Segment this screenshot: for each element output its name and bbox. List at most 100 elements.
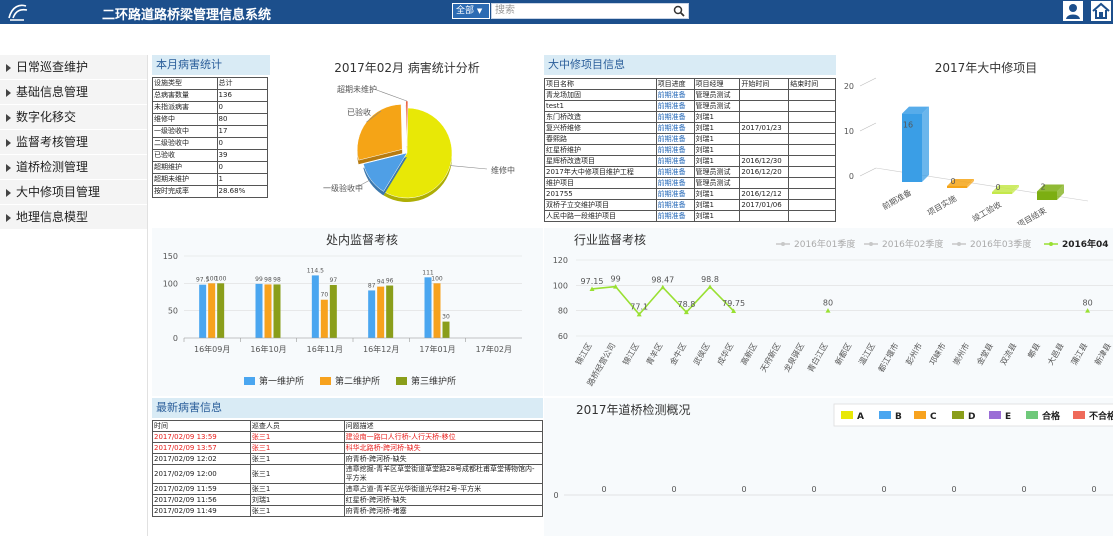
table-row[interactable]: 2017/02/09 11:49 张三1 府青桥-跨河桥-堵塞: [152, 505, 543, 517]
legend-swatch[interactable]: [1073, 411, 1085, 419]
legend-label[interactable]: 合格: [1042, 410, 1061, 422]
scope-select[interactable]: 全部 ▼: [452, 3, 490, 19]
progress-link[interactable]: 前期准备: [655, 155, 695, 167]
table-row[interactable]: 2017/02/09 11:56 刘瑞1 红星桥-跨河桥-缺失: [152, 494, 543, 506]
legend-label[interactable]: 第一维护所: [259, 375, 304, 387]
legend-label[interactable]: 第三维护所: [411, 375, 456, 387]
legend-label[interactable]: E: [1005, 412, 1011, 422]
bar[interactable]: [199, 284, 207, 338]
legend-label[interactable]: C: [930, 412, 937, 422]
progress-link[interactable]: 前期准备: [655, 133, 695, 145]
bar[interactable]: [217, 283, 225, 338]
table-cell: 超期未维护: [152, 173, 218, 186]
point-value-label: 78.8: [677, 300, 695, 309]
legend-swatch[interactable]: [841, 411, 853, 419]
legend-swatch[interactable]: [989, 411, 1001, 419]
search-input[interactable]: 搜索: [491, 3, 689, 19]
user-icon[interactable]: [1063, 1, 1083, 21]
progress-link[interactable]: 前期准备: [655, 199, 695, 211]
home-icon[interactable]: [1091, 1, 1111, 21]
point-value-label: 77.1: [630, 302, 648, 311]
bar[interactable]: [992, 192, 1012, 194]
bar[interactable]: [329, 284, 337, 338]
bar[interactable]: [273, 284, 281, 338]
bar[interactable]: [255, 283, 263, 338]
table-row[interactable]: 红星桥维护 前期准备 刘瑞1: [544, 144, 836, 156]
bar[interactable]: [947, 186, 967, 188]
data-point[interactable]: [707, 284, 713, 289]
person-cell: 张三1: [249, 431, 345, 443]
bar[interactable]: [208, 283, 216, 338]
legend-label[interactable]: 2016年03季度: [970, 238, 1031, 250]
table-row[interactable]: 2017/02/09 11:59 张三1 违章占道-青羊区光华街道光华村2号-平方米: [152, 483, 543, 495]
table-row[interactable]: 春熙路 前期准备 刘瑞1: [544, 133, 836, 145]
bar[interactable]: [311, 275, 319, 338]
legend-swatch[interactable]: [1026, 411, 1038, 419]
legend-marker: [1049, 242, 1053, 246]
bar[interactable]: [433, 283, 441, 338]
sidebar-item[interactable]: 数字化移交: [0, 105, 147, 130]
table-row[interactable]: 2017/02/09 13:59 张三1 建设南一路口人行桥-人行天桥-移位: [152, 431, 543, 443]
bar-value-label: 100: [215, 275, 227, 282]
progress-link[interactable]: 前期准备: [655, 89, 695, 101]
sidebar-item[interactable]: 日常巡查维护: [0, 55, 147, 80]
sidebar-item[interactable]: 大中修项目管理: [0, 180, 147, 205]
x-tick-label: 16年11月: [307, 344, 343, 354]
table-row[interactable]: 2017/02/09 12:02 张三1 府青桥-跨河桥-缺失: [152, 453, 543, 465]
legend-swatch[interactable]: [914, 411, 926, 419]
sidebar-item[interactable]: 地理信息模型: [0, 205, 147, 230]
table-cell: 2016/12/12: [739, 188, 790, 200]
table-cell: [739, 210, 790, 222]
table-row[interactable]: 星辉桥改造项目 前期准备 刘瑞1 2016/12/30: [544, 155, 836, 167]
legend-label[interactable]: B: [895, 412, 902, 422]
table-row[interactable]: 201755 前期准备 刘瑞1 2016/12/12: [544, 188, 836, 200]
search-icon[interactable]: [673, 5, 685, 17]
bar[interactable]: [368, 290, 376, 338]
progress-link[interactable]: 前期准备: [655, 188, 695, 200]
table-row[interactable]: 2017年大中修项目维护工程 前期准备 管理员测试 2016/12/20: [544, 166, 836, 178]
progress-link[interactable]: 前期准备: [655, 122, 695, 134]
bar[interactable]: [424, 277, 432, 338]
legend-label[interactable]: 不合格: [1089, 410, 1113, 422]
table-row[interactable]: 维护项目 前期准备 管理员测试: [544, 177, 836, 189]
table-row[interactable]: test1 前期准备 管理员测试: [544, 100, 836, 112]
table-row[interactable]: 2017/02/09 13:57 张三1 科华北路桥-跨河桥-缺失: [152, 442, 543, 454]
legend-label[interactable]: D: [968, 412, 975, 422]
legend-label[interactable]: A: [857, 412, 864, 422]
table-row[interactable]: 东门桥改造 前期准备 刘瑞1: [544, 111, 836, 123]
sidebar-item[interactable]: 监督考核管理: [0, 130, 147, 155]
y-tick-label: 60: [558, 332, 568, 341]
progress-link[interactable]: 前期准备: [655, 166, 695, 178]
legend-label[interactable]: 2016年04: [1062, 238, 1109, 250]
table-row[interactable]: 双桥子立交维护项目 前期准备 刘瑞1 2017/01/06: [544, 199, 836, 211]
sidebar-item[interactable]: 基础信息管理: [0, 80, 147, 105]
table-cell: 2017年大中修项目维护工程: [544, 166, 657, 178]
legend-swatch[interactable]: [396, 377, 407, 385]
table-row[interactable]: 人民中路一段维护项目 前期准备 刘瑞1: [544, 210, 836, 222]
bar[interactable]: [320, 299, 328, 338]
progress-link[interactable]: 前期准备: [655, 144, 695, 156]
bar[interactable]: [377, 286, 385, 338]
table-row[interactable]: 青龙场加固 前期准备 管理员测试: [544, 89, 836, 101]
legend-swatch[interactable]: [952, 411, 964, 419]
bar[interactable]: [442, 321, 450, 338]
legend-label[interactable]: 第二维护所: [335, 375, 380, 387]
legend-label[interactable]: 2016年02季度: [882, 238, 943, 250]
sidebar-item[interactable]: 道桥检测管理: [0, 155, 147, 180]
bar[interactable]: [264, 284, 272, 338]
progress-link[interactable]: 前期准备: [655, 100, 695, 112]
legend-swatch[interactable]: [244, 377, 255, 385]
sidebar-item-label: 道桥检测管理: [16, 160, 89, 174]
progress-link[interactable]: 前期准备: [655, 210, 695, 222]
desc-cell: 科华北路桥-跨河桥-缺失: [343, 442, 543, 454]
legend-swatch[interactable]: [879, 411, 891, 419]
legend-swatch[interactable]: [320, 377, 331, 385]
progress-link[interactable]: 前期准备: [655, 177, 695, 189]
table-row[interactable]: 复兴桥维修 前期准备 刘瑞1 2017/01/23: [544, 122, 836, 134]
caret-right-icon: [6, 163, 11, 172]
progress-link[interactable]: 前期准备: [655, 111, 695, 123]
table-row[interactable]: 2017/02/09 12:00 张三1 违章挖掘-青羊区草堂街道草堂路28号成都杜…: [152, 464, 543, 484]
bar[interactable]: [386, 285, 394, 338]
bar[interactable]: [1037, 191, 1057, 200]
legend-label[interactable]: 2016年01季度: [794, 238, 855, 250]
